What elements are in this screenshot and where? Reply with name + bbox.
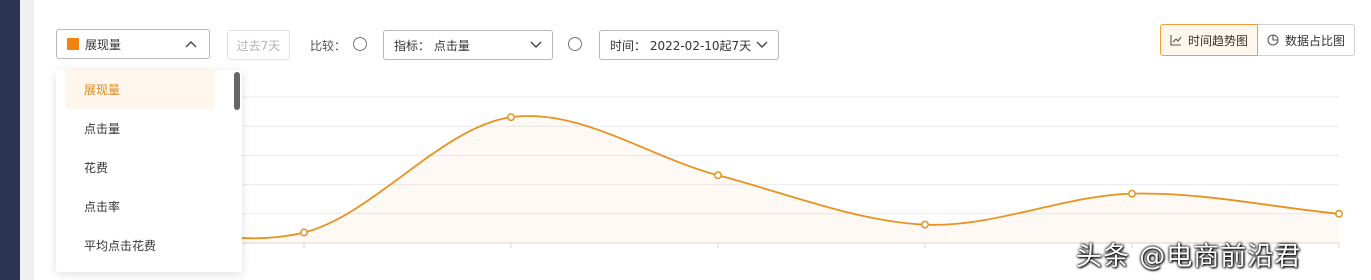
dropdown-scrollbar[interactable] — [234, 72, 240, 110]
dropdown-item[interactable]: 点击率 — [56, 187, 242, 226]
compare-label: 比较： — [310, 39, 347, 53]
data-point — [507, 113, 515, 122]
metric-select[interactable]: 展现量 — [56, 29, 210, 59]
compare-indicator-radio[interactable] — [353, 37, 367, 51]
share-chart-tab[interactable]: 数据占比图 — [1258, 24, 1356, 56]
trend-chart-tab[interactable]: 时间趋势图 — [1160, 24, 1259, 56]
data-point — [1335, 209, 1343, 218]
chevron-up-icon — [183, 36, 199, 52]
compare-time-radio[interactable] — [568, 37, 582, 51]
view-toggle: 时间趋势图 数据占比图 — [1160, 24, 1356, 56]
indicator-select[interactable]: 指标： 点击量 — [383, 30, 553, 60]
dropdown-item[interactable]: 平均点击花费 — [56, 226, 242, 265]
time-select-value: 时间： 2022-02-10起7天 — [610, 38, 752, 53]
data-point — [921, 220, 929, 229]
dropdown-item[interactable]: 花费 — [56, 148, 242, 187]
trend-chart-tab-label: 时间趋势图 — [1188, 33, 1249, 48]
line-chart-icon — [1170, 35, 1182, 46]
chevron-down-icon — [754, 37, 770, 53]
pie-chart-icon — [1267, 34, 1279, 46]
data-point — [300, 228, 308, 237]
series-color-swatch — [67, 38, 79, 50]
series-area-fill — [97, 115, 1339, 243]
metric-dropdown-menu: 展现量 点击量 花费 点击率 平均点击花费 — [56, 70, 242, 272]
chevron-down-icon — [528, 37, 544, 53]
dropdown-item[interactable]: 点击量 — [56, 109, 242, 148]
data-point — [714, 171, 722, 180]
dropdown-item[interactable]: 展现量 — [65, 70, 215, 109]
watermark: 头条 @电商前沿君 — [1076, 242, 1302, 272]
time-select[interactable]: 时间： 2022-02-10起7天 — [599, 30, 779, 60]
share-chart-tab-label: 数据占比图 — [1285, 33, 1346, 48]
metric-select-value: 展现量 — [85, 37, 122, 52]
data-point — [1128, 189, 1136, 198]
indicator-select-value: 指标： 点击量 — [394, 38, 470, 53]
past-7-days-button[interactable]: 过去7天 — [227, 30, 290, 60]
